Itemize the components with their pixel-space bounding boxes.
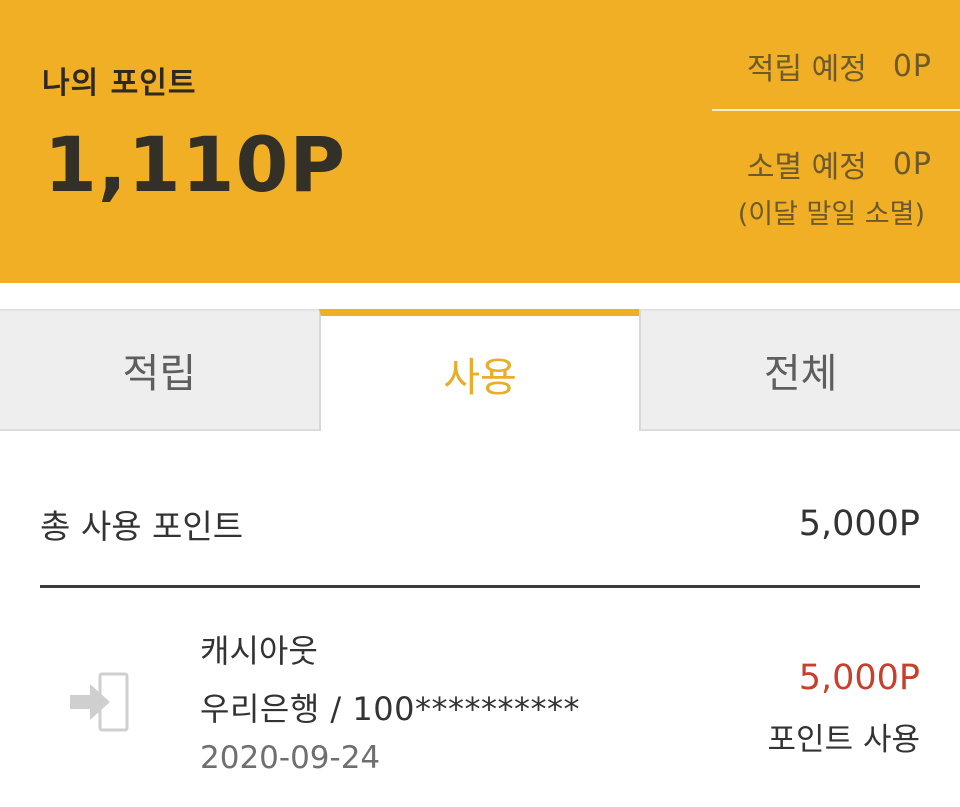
total-used-label: 총 사용 포인트 xyxy=(40,507,244,546)
history-amount: 5,000P xyxy=(798,658,920,698)
expire-note: (이달 말일 소멸) xyxy=(737,199,925,230)
cashout-icon xyxy=(70,672,129,732)
points-header: 나의 포인트 1,110P 적립 예정 0P 소멸 예정 0P (이달 말일 소… xyxy=(0,0,960,283)
history-type: 포인트 사용 xyxy=(767,722,920,758)
tab-use[interactable]: 사용 xyxy=(318,309,640,431)
history-title: 캐시아웃 xyxy=(200,632,318,670)
earn-scheduled-value: 0P xyxy=(892,48,932,84)
expire-scheduled-row: 소멸 예정 0P xyxy=(747,142,932,186)
my-points-label: 나의 포인트 xyxy=(42,66,197,101)
earn-scheduled-label: 적립 예정 xyxy=(746,52,867,87)
list-item[interactable]: 캐시아웃 우리은행 / 100********** 2020-09-24 5,0… xyxy=(0,600,960,807)
history-account: 우리은행 / 100********** xyxy=(200,690,580,728)
total-divider xyxy=(40,585,920,588)
my-points-value: 1,110P xyxy=(44,120,347,209)
total-used-value: 5,000P xyxy=(798,504,920,544)
header-divider xyxy=(712,109,960,111)
history-date: 2020-09-24 xyxy=(200,740,381,776)
expire-scheduled-value: 0P xyxy=(892,146,932,182)
expire-scheduled-label: 소멸 예정 xyxy=(746,150,867,185)
tab-all[interactable]: 전체 xyxy=(639,309,960,431)
total-used-row: 총 사용 포인트 5,000P xyxy=(40,500,920,548)
points-tabs: 적립 사용 전체 xyxy=(0,309,960,431)
tab-earn[interactable]: 적립 xyxy=(0,309,319,431)
earn-scheduled-row: 적립 예정 0P xyxy=(747,44,932,88)
